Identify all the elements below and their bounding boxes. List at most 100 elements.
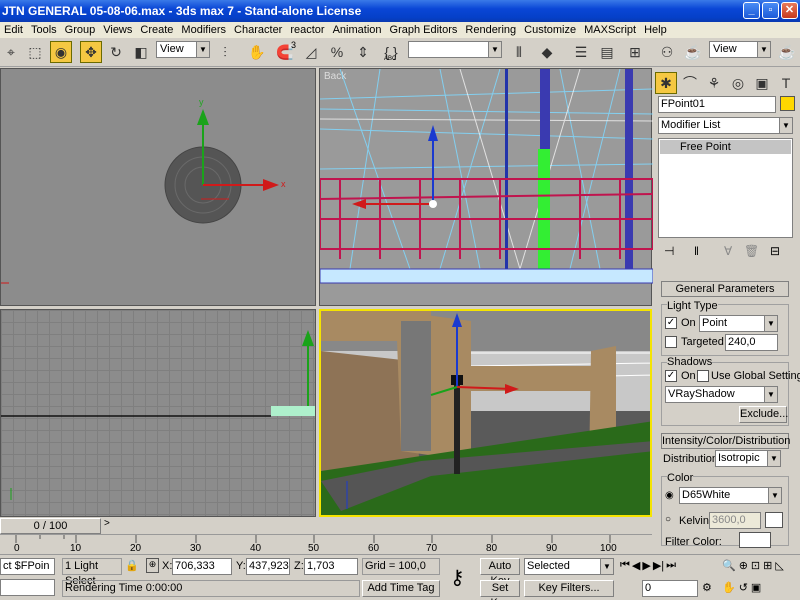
display-tab-icon[interactable]: ▣	[751, 72, 773, 94]
set-key-button[interactable]: Set Key	[480, 580, 520, 600]
y-coordinate-field[interactable]: 437,923	[246, 558, 290, 575]
scale-icon[interactable]: ◧	[130, 41, 152, 63]
maxscript-listener[interactable]: ct $FPoin	[0, 558, 55, 575]
select-region-icon[interactable]: ⬚	[24, 41, 46, 63]
menu-views[interactable]: Views	[99, 22, 136, 38]
utilities-tab-icon[interactable]: T	[775, 72, 797, 94]
menu-customize[interactable]: Customize	[520, 22, 580, 38]
named-selection-set-combo[interactable]: ▼	[408, 41, 502, 58]
configure-sets-icon[interactable]: ⊟	[770, 244, 780, 258]
current-frame-field[interactable]: 0	[642, 580, 698, 597]
field-of-view-icon[interactable]: ◺	[775, 559, 783, 578]
go-to-end-icon[interactable]: ⏭	[666, 559, 676, 575]
minimize-button[interactable]: _	[743, 2, 760, 19]
distribution-combo[interactable]: Isotropic ▼	[715, 450, 781, 467]
menu-help[interactable]: Help	[640, 22, 671, 38]
kelvin-radio[interactable]: ○	[665, 514, 671, 525]
modifier-list-combo[interactable]: Modifier List ▼	[658, 117, 793, 134]
x-coordinate-field[interactable]: 706,333	[172, 558, 232, 575]
menu-character[interactable]: Character	[230, 22, 286, 38]
z-coordinate-field[interactable]: 1,703	[304, 558, 358, 575]
menu-modifiers[interactable]: Modifiers	[177, 22, 230, 38]
reference-coord-combo[interactable]: View ▼	[156, 41, 210, 58]
menu-rendering[interactable]: Rendering	[461, 22, 520, 38]
zoom-extents-all-icon[interactable]: ⊞	[763, 559, 772, 578]
viewport-left[interactable]	[0, 309, 316, 517]
remove-modifier-icon[interactable]: 🗑	[744, 244, 759, 258]
menu-create[interactable]: Create	[136, 22, 177, 38]
kelvin-color-swatch[interactable]	[765, 512, 783, 528]
auto-key-button[interactable]: Auto Key	[480, 558, 520, 587]
filter-color-swatch[interactable]	[739, 532, 771, 548]
make-unique-icon[interactable]: ∀	[724, 244, 732, 258]
pin-stack-icon[interactable]: ⊣	[664, 244, 674, 258]
maxscript-listener-output[interactable]	[0, 579, 55, 596]
time-slider-next-icon[interactable]: >	[104, 518, 110, 529]
general-params-rollout[interactable]: General Parameters	[661, 281, 789, 297]
mirror-icon[interactable]: ⫴	[508, 41, 530, 63]
modify-tab-icon[interactable]: ⌒	[679, 72, 701, 94]
zoom-extents-icon[interactable]: ⊡	[751, 559, 760, 578]
arc-rotate-icon[interactable]: ↺	[739, 581, 748, 600]
key-selection-combo[interactable]: Selected ▼	[524, 558, 614, 575]
shadow-type-combo[interactable]: VRayShadow ▼	[665, 386, 778, 403]
menu-graph-editors[interactable]: Graph Editors	[386, 22, 462, 38]
use-global-settings-checkbox[interactable]	[697, 370, 709, 382]
time-slider[interactable]: 0 / 100	[0, 518, 101, 534]
close-button[interactable]: ✕	[781, 2, 798, 19]
transform-mode-icon[interactable]: ⊕	[146, 558, 159, 573]
manipulate-icon[interactable]: ✋	[246, 41, 268, 63]
menu-edit[interactable]: Edit	[0, 22, 27, 38]
spinner-snap-icon[interactable]: ⇕	[352, 41, 374, 63]
show-end-result-icon[interactable]: ‖	[694, 244, 699, 258]
angle-snap-icon[interactable]: ◿	[300, 41, 322, 63]
maximize-button[interactable]: ▫	[762, 2, 779, 19]
play-icon[interactable]: ▶	[642, 559, 650, 575]
menu-animation[interactable]: Animation	[329, 22, 386, 38]
hierarchy-tab-icon[interactable]: ⚘	[703, 72, 725, 94]
kelvin-field[interactable]: 3600,0	[709, 512, 761, 529]
add-time-tag-button[interactable]: Add Time Tag	[362, 580, 440, 597]
shadows-on-checkbox[interactable]: ✓	[665, 370, 677, 382]
targeted-checkbox[interactable]	[665, 336, 677, 348]
stack-item-free-point[interactable]: Free Point	[660, 140, 791, 154]
lock-selection-icon[interactable]: 🔒	[125, 559, 139, 572]
percent-snap-icon[interactable]: %	[326, 41, 348, 63]
select-icon[interactable]: ⌖	[0, 41, 22, 63]
pan-icon[interactable]: ✋	[722, 581, 736, 600]
go-to-start-icon[interactable]: ⏮	[620, 559, 630, 575]
menu-group[interactable]: Group	[61, 22, 100, 38]
create-tab-icon[interactable]: ✱	[655, 72, 677, 94]
exclude-button[interactable]: Exclude...	[739, 406, 788, 423]
menu-tools[interactable]: Tools	[27, 22, 61, 38]
window-crossing-icon[interactable]: ◉	[50, 41, 72, 63]
key-filters-button[interactable]: Key Filters...	[524, 580, 614, 597]
menu-maxscript[interactable]: MAXScript	[580, 22, 640, 38]
viewport-top[interactable]: y x	[0, 68, 316, 306]
layer-manager-icon[interactable]: ☰	[570, 41, 592, 63]
move-icon[interactable]: ✥	[80, 41, 102, 63]
maximize-viewport-icon[interactable]: ▣	[751, 581, 761, 600]
curve-editor-icon[interactable]: ▤	[596, 41, 618, 63]
viewport-perspective[interactable]	[319, 309, 652, 517]
track-bar[interactable]: 0 10 20 30 40 50 60 70 80 90 100	[0, 534, 652, 554]
pivot-icon[interactable]: ⫶	[214, 41, 236, 63]
zoom-icon[interactable]: 🔍	[722, 559, 736, 578]
schematic-view-icon[interactable]: ⊞	[624, 41, 646, 63]
object-name-field[interactable]: FPoint01	[658, 96, 776, 113]
rotate-icon[interactable]: ↻	[105, 41, 127, 63]
target-distance-field[interactable]: 240,0	[725, 334, 778, 351]
key-mode-icon[interactable]: ⚷	[450, 565, 465, 590]
motion-tab-icon[interactable]: ◎	[727, 72, 749, 94]
color-preset-combo[interactable]: D65White ▼	[679, 487, 782, 504]
zoom-all-icon[interactable]: ⊕	[739, 559, 748, 578]
menu-reactor[interactable]: reactor	[286, 22, 328, 38]
intensity-rollout[interactable]: Intensity/Color/Distribution	[661, 433, 790, 449]
time-config-icon[interactable]: ⚙	[702, 581, 712, 594]
previous-frame-icon[interactable]: ◀	[632, 559, 640, 575]
color-preset-radio[interactable]: ◉	[665, 490, 674, 501]
material-editor-icon[interactable]: ⚇	[656, 41, 678, 63]
light-on-checkbox[interactable]: ✓	[665, 317, 677, 329]
light-type-combo[interactable]: Point ▼	[699, 315, 778, 332]
viewport-back[interactable]: Back	[319, 68, 653, 306]
